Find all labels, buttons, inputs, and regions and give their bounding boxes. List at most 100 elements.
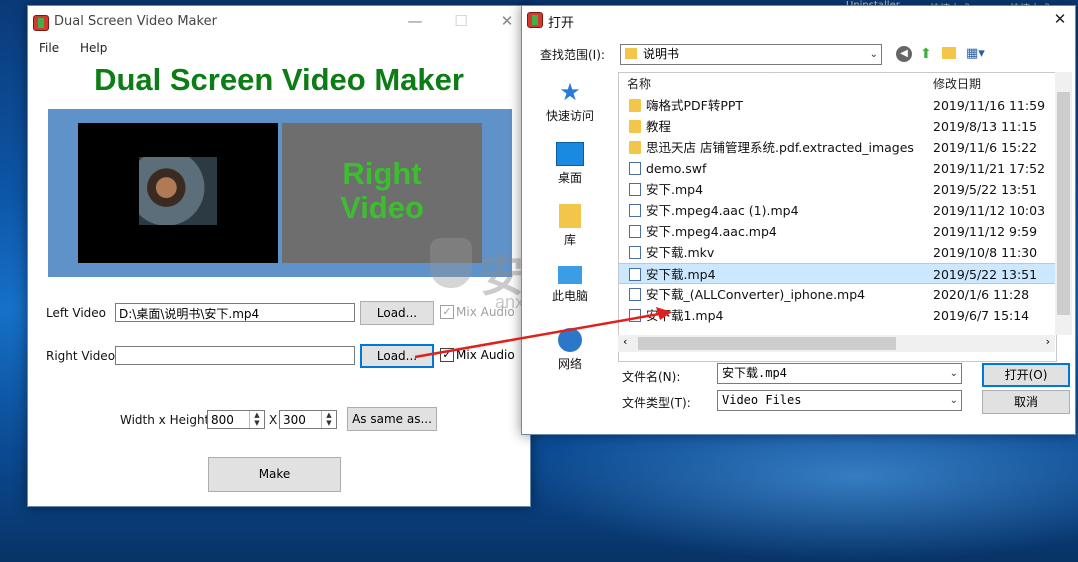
file-icon: [629, 246, 641, 259]
file-row[interactable]: 安下.mpeg4.aac (1).mp4 2019/11/12 10:03: [619, 200, 1056, 221]
view-menu-icon[interactable]: ▦▾: [966, 46, 985, 61]
height-spinner[interactable]: ▲▼: [279, 410, 337, 429]
lookin-value: 说明书: [643, 47, 680, 61]
right-load-button[interactable]: Load...: [360, 344, 434, 368]
file-date: 2019/11/12 9:59: [933, 224, 1038, 239]
filename-input[interactable]: 安下载.mp4 ⌄: [717, 363, 962, 384]
file-list-hscroll[interactable]: ‹ ›: [618, 335, 1055, 352]
file-name: 安下.mpeg4.aac.mp4: [646, 224, 777, 239]
left-load-button[interactable]: Load...: [360, 301, 434, 325]
desktop-icon: [556, 142, 584, 166]
scroll-right-icon[interactable]: ›: [1046, 335, 1050, 348]
place-desktop[interactable]: 桌面: [530, 142, 610, 186]
file-date: 2019/11/6 15:22: [933, 140, 1038, 155]
left-video-label: Left Video: [46, 306, 107, 320]
open-button[interactable]: 打开(O): [982, 363, 1070, 387]
place-library[interactable]: 库: [530, 204, 610, 248]
width-spin-arrows[interactable]: ▲ ▼: [249, 411, 264, 428]
file-row[interactable]: 教程 2019/8/13 11:15: [619, 116, 1056, 137]
file-name: 嗨格式PDF转PPT: [646, 98, 744, 113]
width-input[interactable]: [208, 411, 248, 428]
make-button[interactable]: Make: [208, 457, 341, 492]
place-label: 库: [563, 233, 576, 247]
file-row[interactable]: 安下载.mp4 2019/5/22 13:51: [619, 263, 1056, 284]
menu-bar: File Help: [28, 38, 530, 60]
file-row[interactable]: 安下.mp4 2019/5/22 13:51: [619, 179, 1056, 200]
lookin-dropdown[interactable]: 说明书 ⌄: [620, 44, 882, 65]
dialog-close-button[interactable]: ✕: [1037, 6, 1078, 33]
dialog-titlebar[interactable]: 打开 ✕: [522, 6, 1075, 34]
left-video-input[interactable]: D:\桌面\说明书\安下.mp4: [115, 303, 355, 322]
vscroll-thumb[interactable]: [1057, 92, 1070, 315]
file-row[interactable]: 安下.mpeg4.aac.mp4 2019/11/12 9:59: [619, 221, 1056, 242]
place-this-pc[interactable]: 此电脑: [530, 266, 610, 304]
place-network[interactable]: 网络: [530, 328, 610, 372]
app-titlebar[interactable]: Dual Screen Video Maker — ☐ ✕: [28, 6, 530, 38]
desktop-glow: [520, 420, 1078, 562]
menu-file[interactable]: File: [39, 41, 59, 55]
new-folder-icon[interactable]: [942, 47, 956, 59]
file-list-vscroll[interactable]: [1055, 72, 1072, 335]
app-icon: [33, 15, 49, 31]
size-label: Width x Height: [120, 413, 210, 427]
folder-icon: [629, 120, 641, 133]
computer-icon: [558, 266, 582, 284]
minimize-button[interactable]: —: [392, 6, 438, 37]
file-name: demo.swf: [646, 161, 707, 176]
place-quick-access[interactable]: ★ 快速访问: [530, 80, 610, 124]
hscroll-thumb[interactable]: [638, 337, 896, 350]
file-list: 名称 ⌃ 修改日期 嗨格式PDF转PPT 2019/11/16 11:59 教程 20…: [618, 72, 1057, 362]
scroll-left-icon[interactable]: ‹: [623, 335, 627, 348]
dialog-title: 打开: [548, 16, 575, 31]
file-row[interactable]: 安下载1.mp4 2019/6/7 15:14: [619, 305, 1056, 326]
file-date: 2019/11/16 11:59: [933, 98, 1046, 113]
file-name: 安下.mp4: [646, 182, 704, 197]
file-icon: [629, 183, 641, 196]
file-date: 2019/6/7 15:14: [933, 308, 1030, 323]
height-spin-arrows[interactable]: ▲ ▼: [321, 411, 336, 428]
filename-value: 安下载.mp4: [722, 366, 787, 380]
chevron-down-icon: ⌄: [869, 49, 878, 60]
file-row[interactable]: demo.swf 2019/11/21 17:52: [619, 158, 1056, 179]
right-video-placeholder: Right Video: [282, 157, 482, 225]
file-name: 安下载1.mp4: [646, 308, 724, 323]
back-icon[interactable]: ◀: [896, 46, 912, 62]
file-icon: [629, 268, 641, 281]
file-name: 安下.mpeg4.aac (1).mp4: [646, 203, 799, 218]
right-mix-audio-checkbox[interactable]: ✓: [440, 348, 454, 362]
places-bar: ★ 快速访问 桌面 库 此电脑 网络: [530, 72, 610, 372]
same-as-button[interactable]: As same as...: [347, 407, 437, 431]
file-date: 2019/5/22 13:51: [933, 267, 1038, 282]
menu-help[interactable]: Help: [80, 41, 107, 55]
col-name-header[interactable]: 名称: [627, 73, 651, 95]
width-spinner[interactable]: ▲▼: [207, 410, 265, 429]
height-input[interactable]: [280, 411, 320, 428]
library-icon: [559, 204, 581, 228]
filetype-dropdown[interactable]: Video Files ⌄: [717, 390, 962, 411]
cancel-button[interactable]: 取消: [982, 390, 1070, 414]
file-date: 2019/8/13 11:15: [933, 119, 1038, 134]
chevron-down-icon[interactable]: ⌄: [950, 391, 958, 410]
up-folder-icon[interactable]: ⬆: [920, 46, 932, 62]
network-icon: [558, 328, 582, 352]
col-date-header[interactable]: 修改日期: [933, 73, 981, 95]
right-video-input[interactable]: [115, 346, 355, 365]
app-title: Dual Screen Video Maker: [54, 14, 217, 29]
left-mix-audio-checkbox[interactable]: ✓: [440, 305, 454, 319]
file-name: 安下载.mkv: [646, 245, 715, 260]
right-video-label: Right Video: [46, 349, 116, 363]
file-row[interactable]: 嗨格式PDF转PPT 2019/11/16 11:59: [619, 95, 1056, 116]
folder-icon: [629, 99, 641, 112]
file-name: 安下载_(ALLConverter)_iphone.mp4: [646, 287, 866, 302]
watermark-shield: [430, 238, 472, 288]
file-row[interactable]: 思迅天店 店铺管理系统.pdf.extracted_images 2019/11/…: [619, 137, 1056, 158]
maximize-button: ☐: [454, 12, 468, 30]
dialog-app-icon: [527, 12, 543, 28]
place-label: 此电脑: [551, 289, 588, 303]
file-name: 思迅天店 店铺管理系统.pdf.extracted_images: [646, 140, 914, 155]
file-row[interactable]: 安下载_(ALLConverter)_iphone.mp4 2020/1/6 11…: [619, 284, 1056, 305]
video-thumbnail: [139, 157, 217, 225]
file-date: 2020/1/6 11:28: [933, 287, 1030, 302]
chevron-down-icon[interactable]: ⌄: [950, 364, 958, 383]
file-row[interactable]: 安下载.mkv 2019/10/8 11:30: [619, 242, 1056, 263]
